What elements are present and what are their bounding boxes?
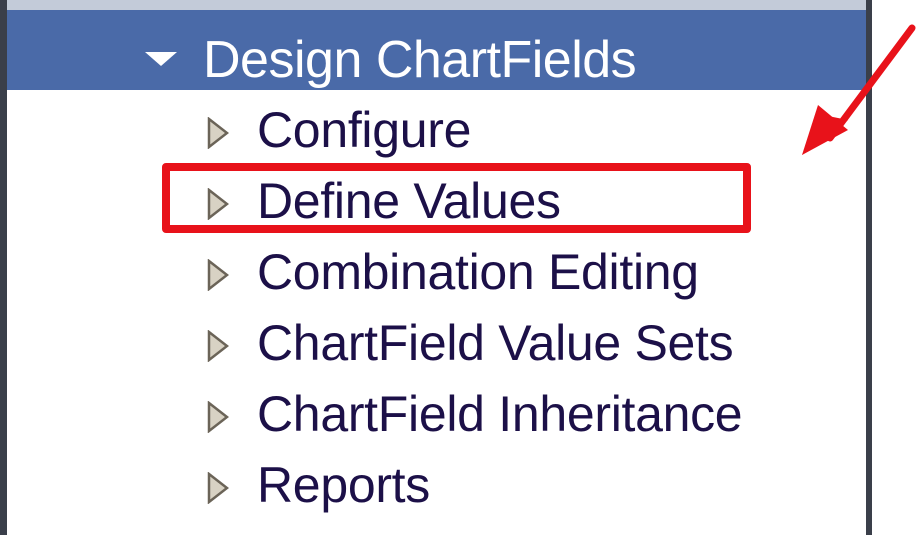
expand-triangle-icon[interactable] — [207, 472, 229, 504]
menu-item-label[interactable]: Configure — [257, 95, 471, 165]
panel-top-strip — [7, 0, 866, 10]
panel-left-border — [0, 0, 7, 535]
expand-triangle-icon[interactable] — [207, 259, 229, 291]
menu-item-chartfield-value-sets[interactable]: ChartField Value Sets — [7, 308, 866, 378]
expand-triangle-icon[interactable] — [207, 330, 229, 362]
menu-item-chartfield-inheritance[interactable]: ChartField Inheritance — [7, 379, 866, 449]
menu-item-label[interactable]: ChartField Value Sets — [257, 308, 734, 378]
menu-item-combination-editing[interactable]: Combination Editing — [7, 237, 866, 307]
annotation-arrow-icon — [802, 24, 916, 155]
section-header-design-chartfields[interactable]: Design ChartFields — [7, 10, 866, 90]
expand-triangle-icon[interactable] — [207, 401, 229, 433]
menu-item-configure[interactable]: Configure — [7, 95, 866, 165]
collapse-triangle-icon[interactable] — [145, 52, 177, 66]
annotation-highlight-box — [162, 163, 751, 233]
menu-item-reports[interactable]: Reports — [7, 450, 866, 520]
menu-item-label[interactable]: Combination Editing — [257, 237, 699, 307]
section-header-label: Design ChartFields — [203, 31, 637, 89]
menu-item-label[interactable]: ChartField Inheritance — [257, 379, 743, 449]
menu-item-label[interactable]: Reports — [257, 450, 430, 520]
expand-triangle-icon[interactable] — [207, 117, 229, 149]
